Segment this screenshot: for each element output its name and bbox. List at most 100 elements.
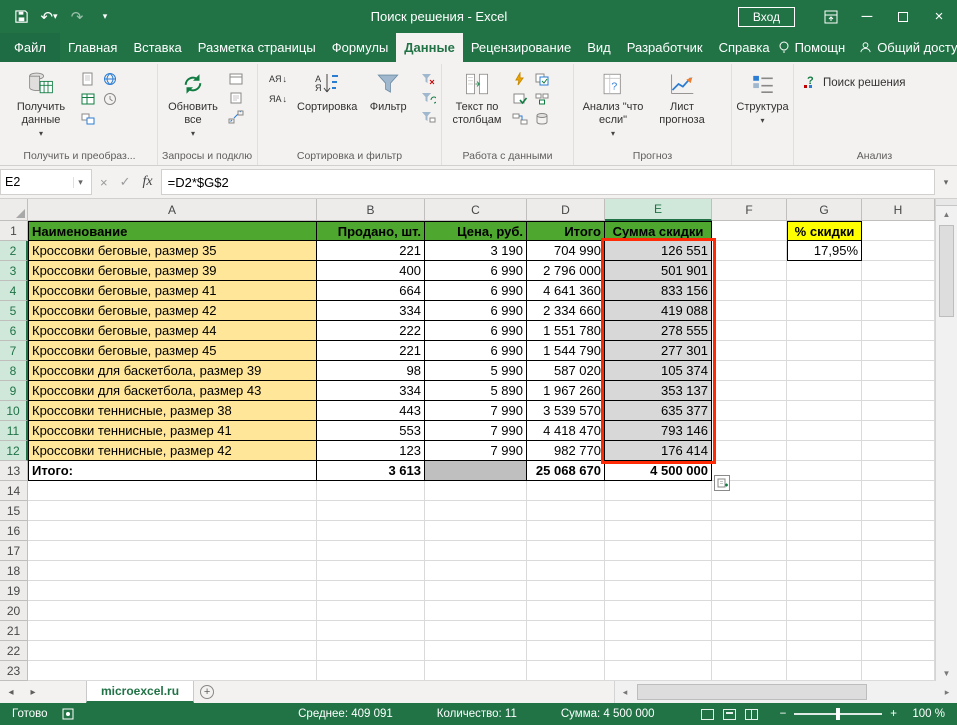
cell-G10[interactable]	[787, 401, 862, 421]
cell-H10[interactable]	[862, 401, 935, 421]
vertical-scrollbar[interactable]: ▲ ▼	[935, 199, 957, 681]
cell-E1[interactable]: Сумма скидки	[605, 221, 712, 241]
cell-E10[interactable]: 635 377	[605, 401, 712, 421]
cell-D6[interactable]: 1 551 780	[527, 321, 605, 341]
page-layout-view-button[interactable]	[723, 709, 736, 720]
cell-F21[interactable]	[712, 621, 787, 641]
cell-A16[interactable]	[28, 521, 317, 541]
existing-connections-icon[interactable]	[79, 111, 97, 126]
sheet-nav-left-icon[interactable]: ◂	[0, 681, 22, 703]
tab-developer[interactable]: Разработчик	[619, 33, 711, 62]
cell-G20[interactable]	[787, 601, 862, 621]
cell-A21[interactable]	[28, 621, 317, 641]
cell-G7[interactable]	[787, 341, 862, 361]
insert-function-button[interactable]: fx	[143, 174, 153, 190]
cell-F3[interactable]	[712, 261, 787, 281]
close-button[interactable]: ×	[921, 0, 957, 33]
row-header-15[interactable]: 15	[0, 501, 28, 521]
cell-B9[interactable]: 334	[317, 381, 425, 401]
row-header-4[interactable]: 4	[0, 281, 28, 301]
scroll-right-icon[interactable]: ▸	[937, 687, 957, 698]
save-button[interactable]	[8, 4, 34, 30]
cell-B18[interactable]	[317, 561, 425, 581]
cell-G2[interactable]: 17,95%	[787, 241, 862, 261]
cell-H20[interactable]	[862, 601, 935, 621]
cell-D7[interactable]: 1 544 790	[527, 341, 605, 361]
cell-H1[interactable]	[862, 221, 935, 241]
cell-G15[interactable]	[787, 501, 862, 521]
cell-D12[interactable]: 982 770	[527, 441, 605, 461]
cell-E14[interactable]	[605, 481, 712, 501]
cell-G6[interactable]	[787, 321, 862, 341]
cell-G12[interactable]	[787, 441, 862, 461]
cell-B7[interactable]: 221	[317, 341, 425, 361]
cell-G4[interactable]	[787, 281, 862, 301]
cell-C4[interactable]: 6 990	[425, 281, 527, 301]
cell-B12[interactable]: 123	[317, 441, 425, 461]
customize-quick-access-button[interactable]: ▾	[92, 4, 118, 30]
formula-bar-expand-icon[interactable]: ▾	[935, 166, 957, 198]
cell-F23[interactable]	[712, 661, 787, 681]
cell-B17[interactable]	[317, 541, 425, 561]
recent-sources-icon[interactable]	[101, 91, 119, 106]
cell-D4[interactable]: 4 641 360	[527, 281, 605, 301]
text-to-columns-button[interactable]: Текст по столбцам	[446, 64, 508, 127]
cell-F19[interactable]	[712, 581, 787, 601]
cell-G18[interactable]	[787, 561, 862, 581]
clear-filter-icon[interactable]	[419, 71, 437, 86]
ribbon-display-options-button[interactable]	[813, 0, 849, 33]
cell-H13[interactable]	[862, 461, 935, 481]
cell-A1[interactable]: Наименование	[28, 221, 317, 241]
cell-F5[interactable]	[712, 301, 787, 321]
cell-E2[interactable]: 126 551	[605, 241, 712, 261]
scrollbar-split-handle[interactable]	[936, 199, 957, 206]
advanced-filter-icon[interactable]	[419, 109, 437, 124]
cell-A10[interactable]: Кроссовки теннисные, размер 38	[28, 401, 317, 421]
cell-A13[interactable]: Итого:	[28, 461, 317, 481]
cell-A17[interactable]	[28, 541, 317, 561]
cell-A7[interactable]: Кроссовки беговые, размер 45	[28, 341, 317, 361]
cell-B8[interactable]: 98	[317, 361, 425, 381]
cell-D1[interactable]: Итого	[527, 221, 605, 241]
minimize-button[interactable]: ─	[849, 0, 885, 33]
cell-A23[interactable]	[28, 661, 317, 681]
data-validation-icon[interactable]	[511, 91, 529, 106]
cell-B10[interactable]: 443	[317, 401, 425, 421]
cell-E11[interactable]: 793 146	[605, 421, 712, 441]
sign-in-button[interactable]: Вход	[738, 7, 795, 27]
cell-F6[interactable]	[712, 321, 787, 341]
zoom-level[interactable]: 100 %	[905, 708, 945, 720]
cell-G8[interactable]	[787, 361, 862, 381]
get-data-button[interactable]: Получить данные ▾	[6, 64, 76, 140]
from-table-range-icon[interactable]	[79, 91, 97, 106]
cell-D21[interactable]	[527, 621, 605, 641]
page-break-view-button[interactable]	[745, 709, 758, 720]
reapply-filter-icon[interactable]	[419, 90, 437, 105]
tab-file[interactable]: Файл	[0, 33, 60, 62]
cell-D18[interactable]	[527, 561, 605, 581]
cell-H23[interactable]	[862, 661, 935, 681]
cell-C21[interactable]	[425, 621, 527, 641]
cell-F17[interactable]	[712, 541, 787, 561]
cell-D11[interactable]: 4 418 470	[527, 421, 605, 441]
row-header-18[interactable]: 18	[0, 561, 28, 581]
cell-C23[interactable]	[425, 661, 527, 681]
horizontal-scrollbar[interactable]: ◂ ▸	[614, 681, 957, 703]
cell-C9[interactable]: 5 890	[425, 381, 527, 401]
vertical-scroll-thumb[interactable]	[939, 225, 954, 317]
cell-C8[interactable]: 5 990	[425, 361, 527, 381]
cell-G22[interactable]	[787, 641, 862, 661]
cell-F2[interactable]	[712, 241, 787, 261]
cell-H15[interactable]	[862, 501, 935, 521]
cell-E4[interactable]: 833 156	[605, 281, 712, 301]
cell-A15[interactable]	[28, 501, 317, 521]
cell-H19[interactable]	[862, 581, 935, 601]
row-header-11[interactable]: 11	[0, 421, 28, 441]
cell-A6[interactable]: Кроссовки беговые, размер 44	[28, 321, 317, 341]
normal-view-button[interactable]	[701, 709, 714, 720]
cell-B19[interactable]	[317, 581, 425, 601]
cell-F1[interactable]	[712, 221, 787, 241]
cell-H21[interactable]	[862, 621, 935, 641]
cell-D17[interactable]	[527, 541, 605, 561]
col-header-A[interactable]: A	[28, 199, 317, 221]
